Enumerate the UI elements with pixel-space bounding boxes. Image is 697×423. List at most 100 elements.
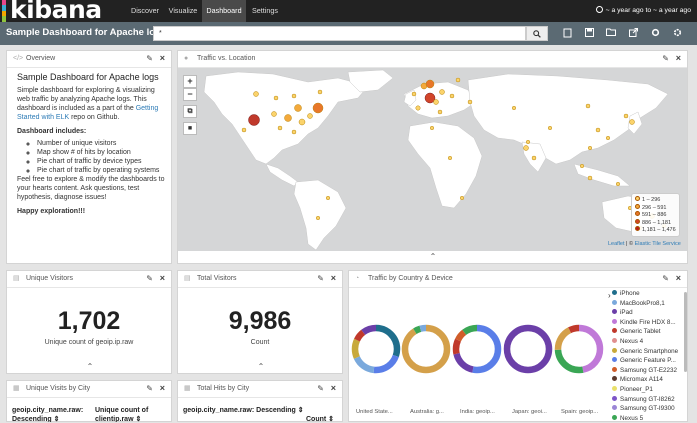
legend-label: 886 – 1,181 (642, 219, 672, 226)
legend-row: 591 – 886 (635, 211, 676, 219)
time-picker[interactable]: ~ a year ago to ~ a year ago (595, 0, 691, 22)
save-icon[interactable] (584, 28, 594, 38)
map-legend: 1 – 296 296 – 591 591 – 886 886 – 1,181 … (631, 193, 680, 237)
legend-item[interactable]: Samsung GT-I9300 (612, 404, 678, 414)
legend-toggle-icon[interactable]: › (608, 291, 611, 300)
column-header[interactable]: geoip.city_name.raw: Descending ⇕ (12, 406, 88, 422)
panel-header: ● Traffic vs. Location ✎ × (178, 51, 687, 68)
hits-by-city-panel: ▦ Total Hits by City ✎ × geoip.city_name… (177, 380, 343, 423)
legend-swatch (612, 328, 617, 334)
legend-swatch (635, 196, 640, 201)
top-navbar: kibana Discover Visualize Dashboard Sett… (0, 0, 697, 24)
world-map[interactable] (178, 68, 687, 251)
legend-item[interactable]: iPad (612, 308, 678, 318)
edit-icon[interactable]: ✎ (146, 54, 153, 63)
dashboard-bar: Sample Dashboard for Apache logs * (0, 22, 697, 45)
legend-label: Pioneer_P1 (620, 385, 653, 393)
legend-item[interactable]: Kindle Fire HDX 8... (612, 318, 678, 328)
legend-item[interactable]: Micromax A114 (612, 375, 678, 385)
panel-title: Traffic by Country & Device (368, 275, 453, 282)
tab-settings[interactable]: Settings (248, 0, 282, 22)
column-header[interactable]: Unique count of clientip.raw ⇕ (95, 406, 165, 422)
panel-header: </> Overview ✎ × (7, 51, 171, 68)
legend-item[interactable]: Nexus 4 (612, 337, 678, 347)
legend-label: Generic Tablet (620, 328, 661, 336)
chevron-up-icon[interactable]: ⌃ (429, 253, 437, 261)
legend-swatch (612, 414, 617, 420)
list-item: Pie chart of traffic by operating system… (37, 166, 165, 175)
donut-australia (401, 324, 451, 374)
legend-item[interactable]: MacBookPro8,1 (612, 299, 678, 309)
legend-swatch (612, 290, 617, 295)
legend-swatch (612, 405, 617, 411)
zoom-out-button[interactable]: − (183, 88, 197, 101)
legend-item[interactable]: Pioneer_P1 (612, 385, 678, 395)
search-button[interactable] (526, 26, 548, 41)
settings-icon[interactable] (672, 28, 682, 38)
column-header[interactable]: geoip.city_name.raw: Descending ⇕ (183, 406, 303, 415)
close-icon[interactable]: × (331, 383, 336, 393)
search-icon (533, 29, 541, 38)
legend-swatch (612, 318, 617, 324)
edit-icon[interactable]: ✎ (662, 274, 669, 283)
close-icon[interactable]: × (160, 53, 165, 63)
donut-charts[interactable] (350, 320, 610, 380)
edit-icon[interactable]: ✎ (317, 384, 324, 393)
legend-item[interactable]: Generic Feature P... (612, 356, 678, 366)
search-input[interactable]: * (153, 26, 526, 41)
tab-visualize[interactable]: Visualize (166, 0, 200, 22)
panel-title: Traffic vs. Location (197, 55, 256, 62)
close-icon[interactable]: × (160, 273, 165, 283)
legend-swatch (612, 299, 617, 305)
edit-icon[interactable]: ✎ (146, 384, 153, 393)
close-icon[interactable]: × (676, 273, 681, 283)
close-icon[interactable]: × (676, 53, 681, 63)
legend-label: Generic Smartphone (620, 347, 679, 355)
pie-chart-icon: ◔ (355, 275, 360, 282)
chevron-up-icon[interactable]: ⌃ (257, 363, 265, 371)
legend-label: Samsung GT-E2232 (620, 366, 678, 374)
open-icon[interactable] (606, 28, 616, 38)
chevron-up-icon[interactable]: ⌃ (86, 363, 94, 371)
legend-item[interactable]: iPhone (612, 289, 678, 299)
elastic-tile-link[interactable]: Elastic Tile Service (635, 241, 681, 247)
panel-title: Overview (26, 55, 56, 62)
edit-icon[interactable]: ✎ (662, 54, 669, 63)
edit-icon[interactable]: ✎ (317, 274, 324, 283)
time-range-label: ~ a year ago to ~ a year ago (605, 7, 691, 14)
legend-swatch (635, 203, 640, 209)
legend-label: Samsung GT-I8262 (620, 395, 675, 403)
close-icon[interactable]: × (331, 273, 336, 283)
metric-label: Count (250, 339, 270, 346)
kibana-logo[interactable]: kibana (2, 0, 122, 24)
includes-label: Dashboard includes: (17, 128, 87, 135)
draw-rectangle-button[interactable]: ■ (183, 122, 197, 135)
metric-icon: ▤ (184, 275, 191, 282)
tab-discover[interactable]: Discover (124, 0, 166, 22)
tab-dashboard[interactable]: Dashboard (202, 0, 246, 22)
happy-text: Happy exploration!!! (17, 208, 86, 215)
donut-label: Australia: g... (410, 409, 444, 415)
legend-label: Nexus 5 (620, 414, 644, 422)
legend-label: Kindle Fire HDX 8... (620, 318, 676, 326)
legend-item[interactable]: Generic Tablet (612, 327, 678, 337)
new-dashboard-icon[interactable] (562, 28, 572, 38)
zoom-in-button[interactable]: + (183, 75, 197, 88)
edit-icon[interactable]: ✎ (146, 274, 153, 283)
legend-item[interactable]: Samsung GT-E2232 (612, 366, 678, 376)
legend-item[interactable]: Generic Smartphone (612, 347, 678, 357)
legend-label: 1,181 – 1,476 (642, 227, 676, 234)
legend-row: 1,181 – 1,476 (635, 226, 676, 234)
leaflet-link[interactable]: Leaflet (608, 241, 625, 247)
legend-item[interactable]: Samsung GT-I8262 (612, 395, 678, 405)
options-icon[interactable] (650, 28, 660, 38)
legend-label: Generic Feature P... (620, 357, 676, 365)
fit-bounds-button[interactable]: ⧉ (183, 105, 197, 118)
close-icon[interactable]: × (160, 383, 165, 393)
metric-block: 1,702 Unique count of geoip.ip.raw (7, 307, 171, 346)
legend-scrollbar[interactable] (684, 292, 687, 372)
donut-label: United State... (356, 409, 393, 415)
table-icon: ▦ (13, 385, 20, 392)
legend-swatch (612, 347, 617, 353)
share-icon[interactable] (628, 28, 638, 38)
